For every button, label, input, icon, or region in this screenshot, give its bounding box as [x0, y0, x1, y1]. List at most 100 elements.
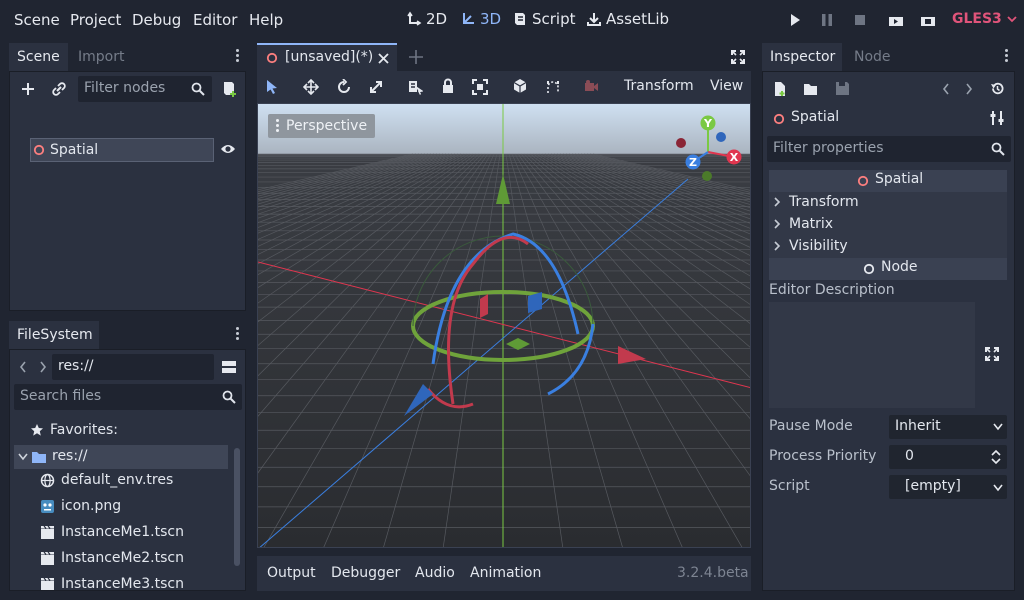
history-icon[interactable]: [990, 81, 1005, 96]
play-custom-scene-icon[interactable]: [919, 12, 937, 28]
script-attach-icon[interactable]: [222, 80, 238, 98]
search-icon: [191, 82, 205, 96]
rotate-tool-icon[interactable]: [336, 79, 352, 95]
group-transform[interactable]: Transform: [773, 194, 859, 210]
scene-tab-label: [unsaved](*): [285, 49, 374, 65]
file-name: icon.png: [61, 498, 122, 514]
section-node-label: Node: [881, 259, 918, 275]
pause-mode-select[interactable]: Inherit: [889, 415, 1007, 439]
forward-arrow-icon[interactable]: [38, 360, 48, 374]
tab-inspector[interactable]: Inspector: [762, 43, 842, 71]
transform-menu[interactable]: Transform: [624, 78, 694, 94]
orientation-gizmo[interactable]: Y X Z: [670, 110, 746, 182]
filesystem-menu-icon[interactable]: [236, 327, 239, 340]
bottom-tab-debugger[interactable]: Debugger: [331, 565, 400, 581]
path-field[interactable]: res://: [52, 354, 214, 380]
lock-icon[interactable]: [441, 78, 455, 94]
pause-mode-value: Inherit: [895, 418, 941, 434]
select-tool-icon[interactable]: [265, 79, 279, 95]
menu-editor[interactable]: Editor: [193, 11, 237, 29]
group-matrix[interactable]: Matrix: [773, 216, 833, 232]
prop-label-pause-mode: Pause Mode: [769, 418, 853, 434]
local-space-icon[interactable]: [512, 78, 528, 94]
folder-item-res[interactable]: res://: [14, 445, 228, 469]
new-resource-icon[interactable]: [773, 81, 787, 97]
editor-description-area[interactable]: [769, 302, 1007, 408]
stop-icon[interactable]: [853, 12, 867, 28]
split-view-icon[interactable]: [221, 359, 237, 375]
save-icon[interactable]: [835, 81, 850, 96]
camera-preview-icon[interactable]: [583, 79, 599, 93]
bottom-tab-output[interactable]: Output: [267, 565, 316, 581]
scale-tool-icon[interactable]: [368, 79, 384, 95]
viewport-3d[interactable]: Perspective Y X Z: [257, 103, 751, 548]
scene-dock-menu-icon[interactable]: [236, 49, 239, 62]
filter-properties-field[interactable]: Filter properties: [767, 136, 1011, 162]
tree-item-spatial[interactable]: Spatial: [30, 138, 214, 162]
snap-icon[interactable]: [545, 78, 561, 94]
process-priority-spinbox[interactable]: 0: [889, 445, 1007, 469]
link-icon[interactable]: [51, 81, 67, 97]
view-menu[interactable]: View: [710, 78, 743, 94]
tab-unsaved-scene[interactable]: [unsaved](*): [257, 43, 397, 71]
menu-project[interactable]: Project: [70, 11, 121, 29]
menu-debug[interactable]: Debug: [132, 11, 181, 29]
menu-help[interactable]: Help: [249, 11, 283, 29]
mode-assetlib-button[interactable]: AssetLib: [586, 10, 669, 28]
mode-script-button[interactable]: Script: [512, 10, 576, 28]
script-icon: [515, 13, 525, 25]
file-item[interactable]: InstanceMe2.tscn: [40, 550, 184, 566]
tab-node[interactable]: Node: [846, 43, 899, 71]
mode-2d-label: 2D: [426, 10, 448, 28]
history-back-icon[interactable]: [941, 82, 951, 96]
file-item[interactable]: InstanceMe3.tscn: [40, 576, 184, 591]
expand-icon[interactable]: [985, 347, 999, 361]
play-scene-icon[interactable]: [887, 12, 905, 28]
play-icon[interactable]: [788, 12, 802, 28]
mode-2d-button[interactable]: 2D: [406, 10, 447, 28]
filesystem-scrollbar[interactable]: [234, 448, 240, 566]
file-item[interactable]: icon.png: [40, 498, 121, 514]
group-visibility[interactable]: Visibility: [773, 238, 848, 254]
file-name: default_env.tres: [61, 472, 174, 488]
tab-filesystem[interactable]: FileSystem: [9, 321, 99, 349]
filter-nodes-field[interactable]: Filter nodes: [78, 76, 212, 102]
renderer-label: GLES3: [952, 11, 1002, 27]
object-properties-icon[interactable]: [990, 110, 1005, 126]
add-tab-icon[interactable]: [408, 49, 424, 65]
inspector-menu-icon[interactable]: [1005, 49, 1008, 62]
tab-scene[interactable]: Scene: [9, 43, 68, 71]
file-name: InstanceMe3.tscn: [61, 576, 184, 591]
filesystem-panel: res:// Search files Favorites: res:// de…: [9, 349, 246, 591]
tab-import[interactable]: Import: [70, 43, 132, 71]
process-priority-value: 0: [905, 448, 914, 464]
group-icon[interactable]: [472, 79, 488, 95]
back-arrow-icon[interactable]: [18, 360, 28, 374]
visibility-eye-icon[interactable]: [220, 142, 236, 156]
close-icon[interactable]: [378, 53, 389, 64]
perspective-menu[interactable]: Perspective: [268, 114, 376, 138]
history-forward-icon[interactable]: [964, 82, 974, 96]
script-resource-picker[interactable]: [empty]: [889, 475, 1007, 499]
bottom-tab-animation[interactable]: Animation: [470, 565, 541, 581]
list-select-icon[interactable]: [407, 79, 423, 95]
file-item[interactable]: InstanceMe1.tscn: [40, 524, 184, 540]
spatial-node-icon: [266, 52, 278, 64]
mode-3d-button[interactable]: 3D: [460, 10, 501, 28]
script-value: [empty]: [905, 478, 961, 494]
search-files-field[interactable]: Search files: [14, 384, 242, 410]
move-tool-icon[interactable]: [303, 79, 319, 95]
gizmo-x-label: X: [730, 151, 739, 164]
renderer-select[interactable]: GLES3: [952, 11, 1017, 27]
open-folder-icon[interactable]: [803, 82, 819, 96]
menu-scene[interactable]: Scene: [14, 11, 60, 29]
pause-icon[interactable]: [820, 12, 834, 28]
bottom-tab-audio[interactable]: Audio: [415, 565, 455, 581]
add-node-icon[interactable]: [20, 81, 36, 97]
file-item[interactable]: default_env.tres: [40, 472, 173, 488]
filter-properties-placeholder: Filter properties: [773, 140, 884, 156]
favorites-item[interactable]: Favorites:: [30, 422, 118, 438]
inspected-node-name: Spatial: [791, 109, 840, 125]
fullscreen-icon[interactable]: [731, 50, 745, 64]
chevron-right-icon: [774, 197, 781, 207]
